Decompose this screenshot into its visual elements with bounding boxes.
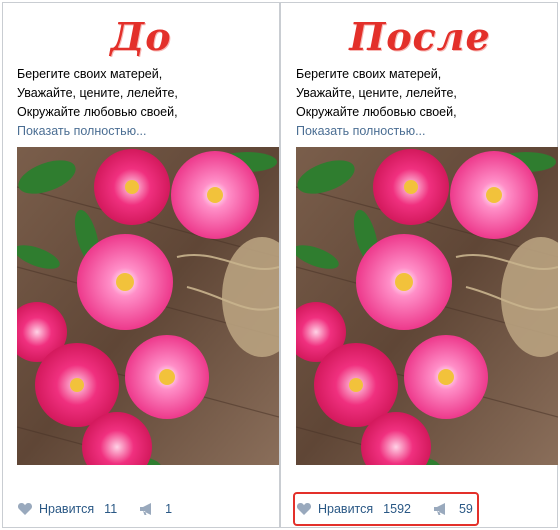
flowers-image [296, 147, 558, 465]
post-actions: Нравится 11 1 [17, 495, 194, 523]
post-text-line: Уважайте, цените, лелейте, [296, 86, 457, 100]
megaphone-icon [433, 501, 449, 517]
post-photo[interactable] [17, 147, 279, 465]
show-more-link[interactable]: Показать полностью... [17, 122, 267, 141]
panel-divider [279, 2, 281, 528]
like-count: 11 [104, 502, 118, 516]
heading-before: До [110, 14, 172, 59]
post-actions: Нравится 1592 59 [296, 495, 495, 523]
post-text-line: Уважайте, цените, лелейте, [17, 86, 178, 100]
post-text-before: Берегите своих матерей, Уважайте, цените… [17, 65, 267, 141]
post-text-line: Окружайте любовью своей, [296, 105, 457, 119]
flowers-image [17, 147, 279, 465]
post-text-line: Окружайте любовью своей, [17, 105, 178, 119]
panel-after: После Берегите своих матерей, Уважайте, … [282, 3, 558, 527]
like-label: Нравится [318, 502, 374, 516]
like-button[interactable]: Нравится 11 [17, 501, 117, 517]
post-photo[interactable] [296, 147, 558, 465]
like-label: Нравится [39, 502, 95, 516]
share-button[interactable]: 1 [139, 501, 172, 517]
heart-icon [17, 501, 33, 517]
like-button[interactable]: Нравится 1592 [296, 501, 411, 517]
megaphone-icon [139, 501, 155, 517]
share-count: 1 [165, 502, 173, 516]
post-text-line: Берегите своих матерей, [296, 67, 442, 81]
like-count: 1592 [383, 502, 411, 516]
post-text-after: Берегите своих матерей, Уважайте, цените… [296, 65, 546, 141]
share-count: 59 [458, 502, 473, 516]
heart-icon [296, 501, 312, 517]
show-more-link[interactable]: Показать полностью... [296, 122, 546, 141]
share-button[interactable]: 59 [433, 501, 473, 517]
heading-after: После [349, 14, 491, 59]
post-text-line: Берегите своих матерей, [17, 67, 163, 81]
panel-before: До Берегите своих матерей, Уважайте, цен… [3, 3, 279, 527]
